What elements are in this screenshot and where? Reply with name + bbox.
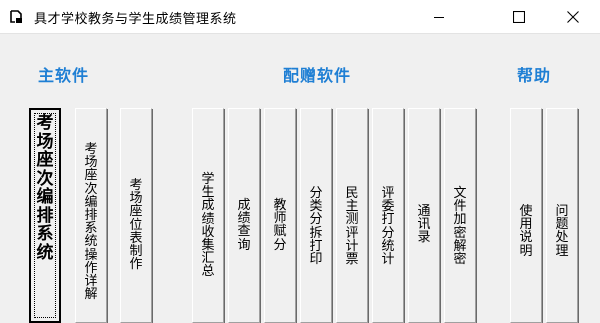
democratic-vote-button[interactable]: 民主测评计票 [336, 108, 368, 323]
button-label: 考场座位表制作 [129, 178, 143, 273]
button-label: 通讯录 [417, 204, 431, 246]
button-label: 民主测评计票 [345, 186, 359, 268]
score-collection-button[interactable]: 学生成绩收集汇总 [192, 108, 224, 323]
button-label: 问题处理 [555, 204, 569, 259]
button-label: 学生成绩收集汇总 [201, 172, 215, 280]
seat-chart-button[interactable]: 考场座位表制作 [120, 108, 152, 323]
button-label: 评委打分统计 [381, 186, 395, 268]
split-print-button[interactable]: 分类分拆打印 [300, 108, 332, 323]
file-encryption-button[interactable]: 文件加密解密 [444, 108, 476, 323]
user-manual-button[interactable]: 使用说明 [510, 108, 542, 323]
title-bar: 具才学校教务与学生成绩管理系统 [0, 0, 600, 34]
minimize-icon [434, 16, 444, 18]
close-icon [567, 10, 579, 23]
button-label: 考场座次编排系统 [36, 113, 54, 263]
button-label: 成绩查询 [237, 198, 251, 253]
seat-arrangement-guide-button[interactable]: 考场座次编排系统操作详解 [75, 108, 107, 323]
bonus-software-heading: 配赠软件 [283, 66, 352, 85]
button-label: 使用说明 [519, 204, 533, 259]
app-icon [10, 10, 22, 23]
teacher-scoring-button[interactable]: 教师赋分 [264, 108, 296, 323]
main-software-heading: 主软件 [38, 66, 90, 85]
maximize-icon [513, 10, 525, 23]
exam-seat-arrangement-button[interactable]: 考场座次编排系统 [29, 108, 61, 323]
judge-scoring-button[interactable]: 评委打分统计 [372, 108, 404, 323]
score-query-button[interactable]: 成绩查询 [228, 108, 260, 323]
help-heading: 帮助 [517, 66, 552, 85]
contacts-button[interactable]: 通讯录 [408, 108, 440, 323]
button-label: 文件加密解密 [453, 186, 467, 268]
window-title: 具才学校教务与学生成绩管理系统 [34, 12, 237, 27]
maximize-button[interactable] [496, 0, 542, 33]
minimize-button[interactable] [416, 0, 462, 33]
button-label: 教师赋分 [273, 198, 287, 253]
button-label: 分类分拆打印 [309, 186, 323, 268]
close-button[interactable] [550, 0, 596, 33]
button-label: 考场座次编排系统操作详解 [84, 142, 98, 303]
troubleshooting-button[interactable]: 问题处理 [546, 108, 578, 323]
